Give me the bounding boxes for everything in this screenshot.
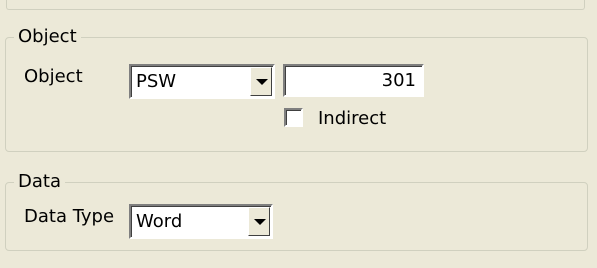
object-combo[interactable]: PSW [129, 64, 275, 99]
object-combo-value: PSW [136, 71, 177, 92]
upper-groupbox [6, 0, 585, 10]
object-address-value: 301 [381, 70, 416, 91]
object-label: Object [24, 66, 83, 87]
indirect-checkbox[interactable] [284, 108, 303, 127]
chevron-down-icon [254, 219, 266, 225]
data-group-title: Data [14, 171, 65, 193]
object-group-title: Object [14, 26, 81, 48]
object-combo-dropdown-button[interactable] [250, 67, 272, 96]
object-address-field[interactable]: 301 [283, 64, 424, 97]
data-type-combo-dropdown-button[interactable] [248, 207, 270, 236]
indirect-label[interactable]: Indirect [318, 108, 386, 130]
data-type-combo[interactable]: Word [129, 204, 273, 239]
chevron-down-icon [256, 79, 268, 85]
data-type-combo-value: Word [136, 211, 183, 232]
data-type-label: Data Type [24, 206, 115, 227]
